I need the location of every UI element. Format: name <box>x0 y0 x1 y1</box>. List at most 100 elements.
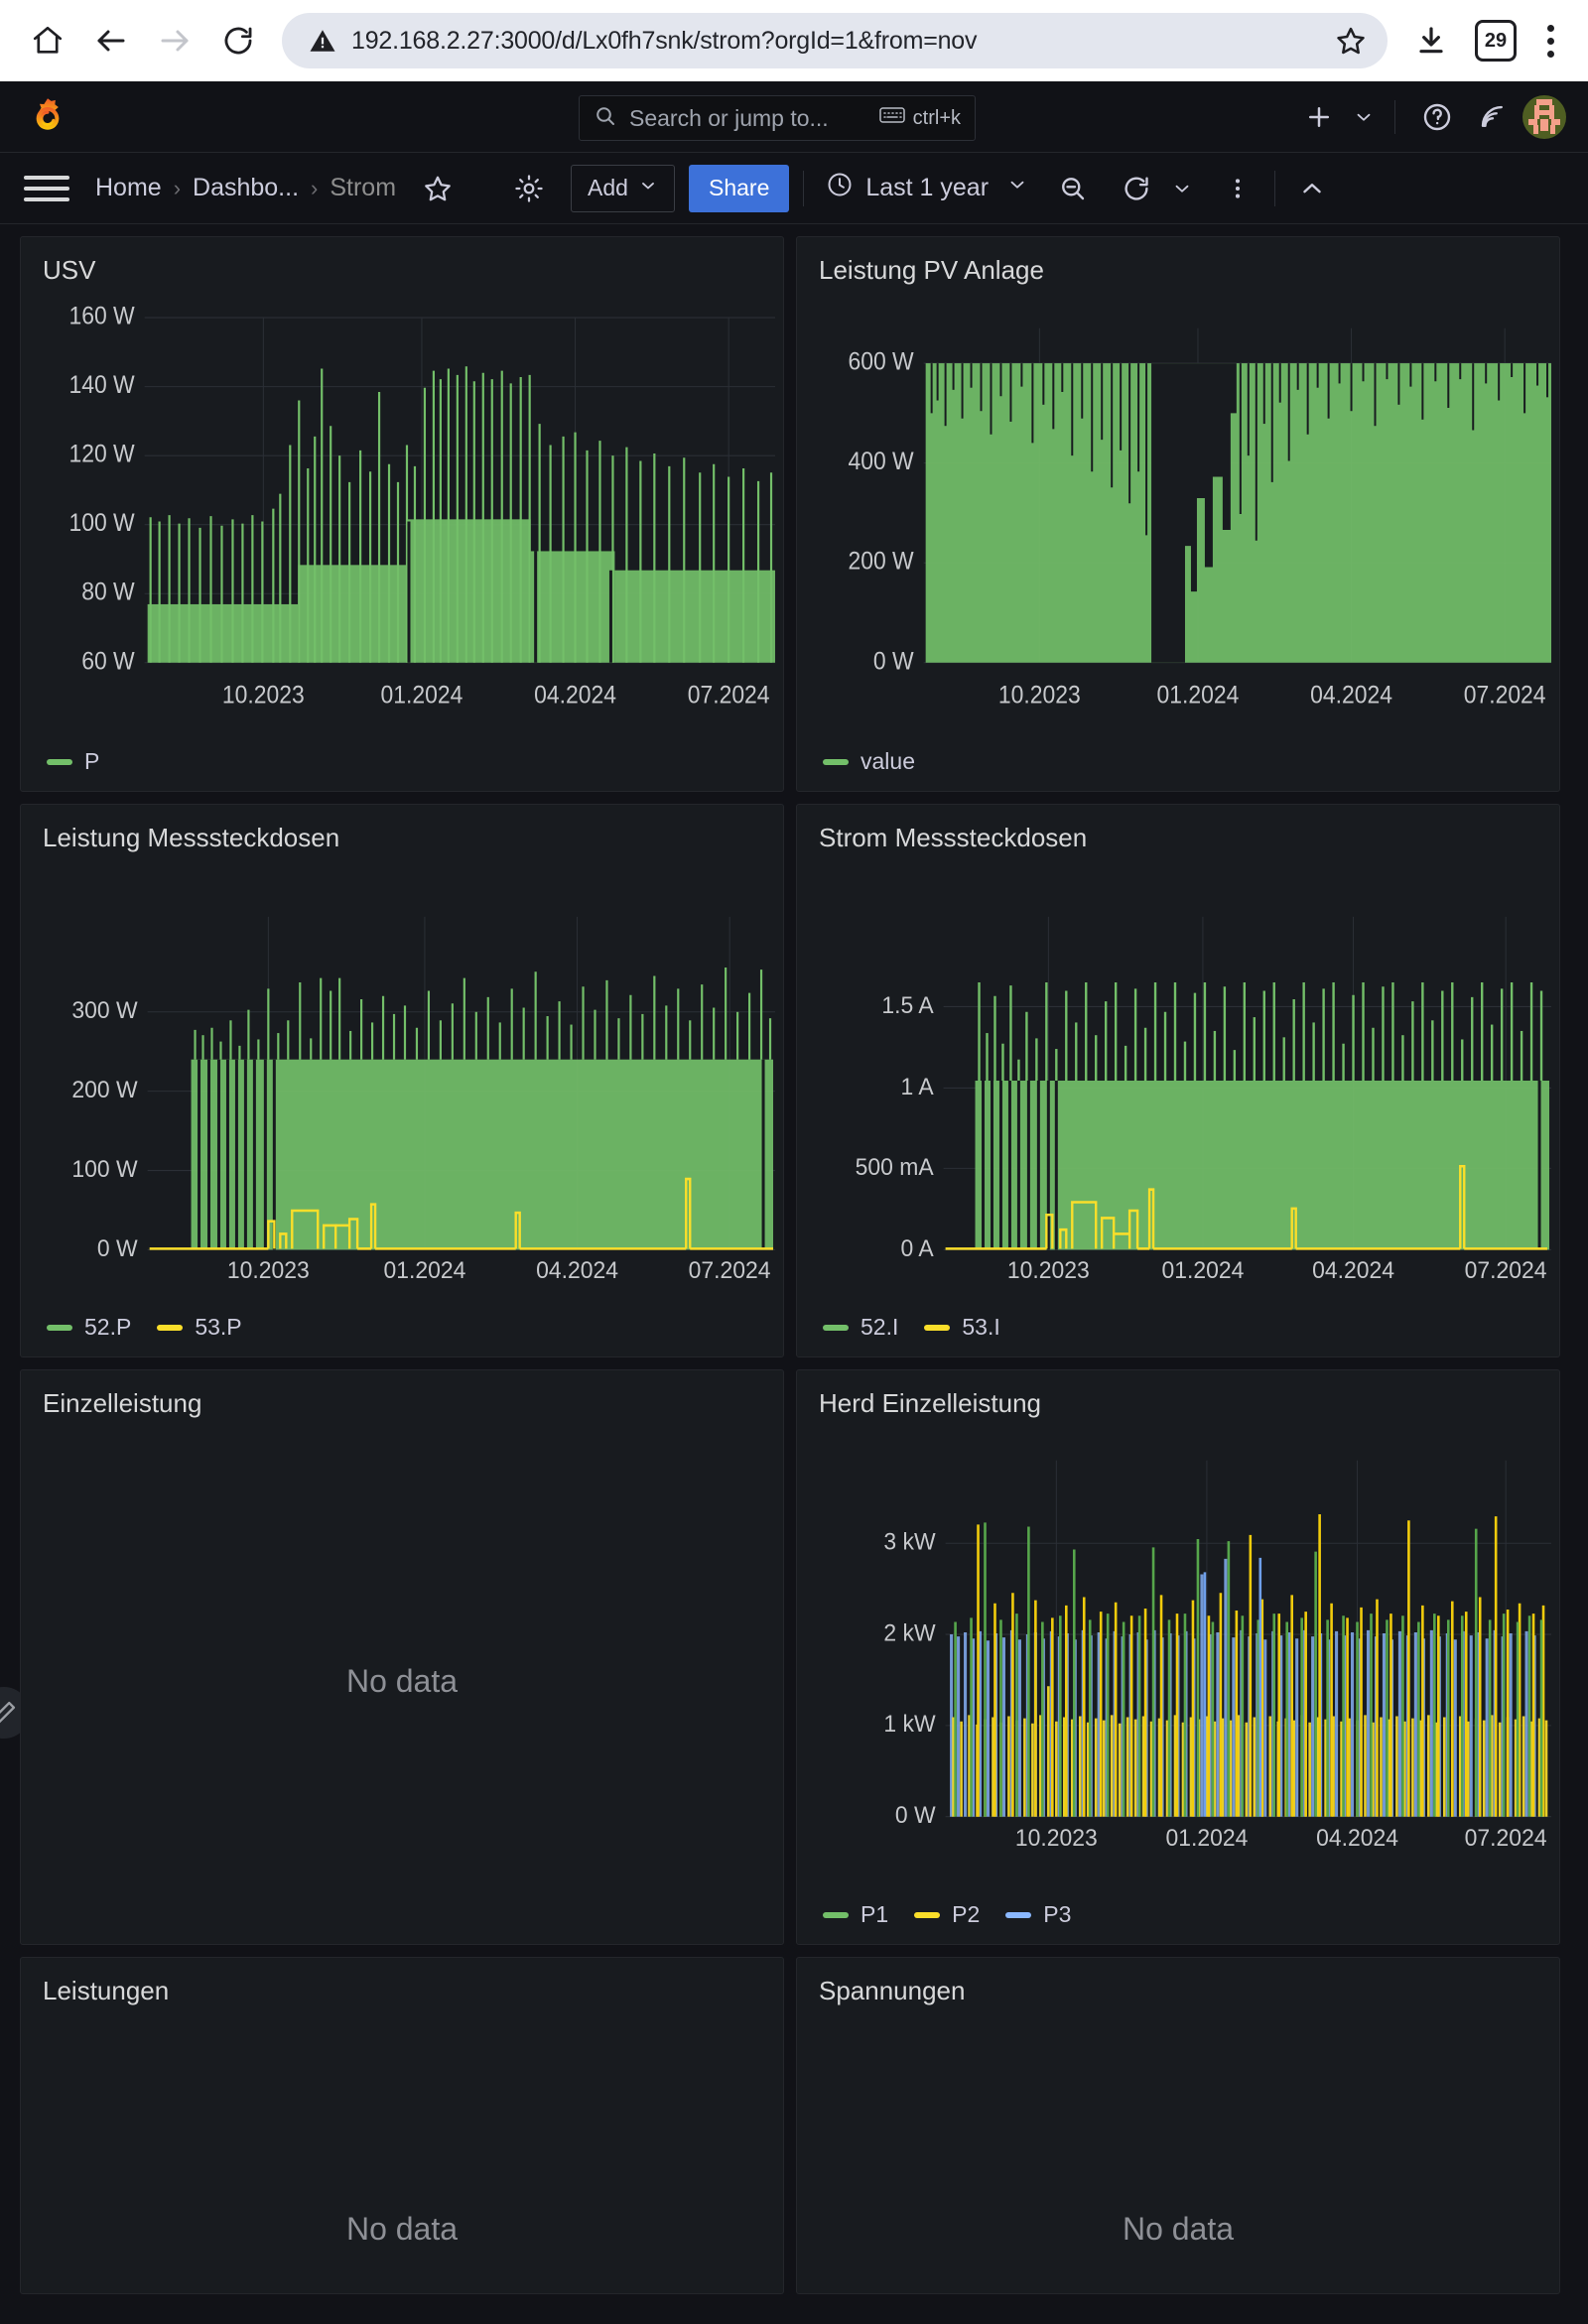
panel-strom-messsteckdosen[interactable]: Strom Messsteckdosen 1.5 A 1 A 500 mA 0 … <box>796 804 1560 1357</box>
panel-title: Strom Messsteckdosen <box>819 823 1088 852</box>
chart-legend: 52.I 53.I <box>797 1308 1559 1356</box>
clock-icon <box>826 171 854 205</box>
not-secure-warning-icon[interactable] <box>308 26 337 56</box>
legend-item[interactable]: 52.I <box>823 1314 898 1341</box>
legend-item[interactable]: 53.I <box>924 1314 1000 1341</box>
back-arrow-icon[interactable] <box>81 11 141 70</box>
star-icon[interactable] <box>416 167 460 210</box>
tab-counter[interactable]: 29 <box>1475 20 1517 62</box>
legend-swatch <box>823 1911 849 1918</box>
svg-text:01.2024: 01.2024 <box>383 1258 465 1285</box>
url-text: 192.168.2.27:3000/d/Lx0fh7snk/strom?orgI… <box>351 26 978 55</box>
panel-body: 600 W 400 W 200 W 0 W 10.2023 01.2024 04… <box>797 286 1559 742</box>
bookmark-star-icon[interactable] <box>1334 24 1368 58</box>
reload-icon[interactable] <box>208 11 268 70</box>
legend-swatch <box>924 1324 951 1331</box>
legend-label: P2 <box>952 1901 981 1927</box>
svg-text:500 mA: 500 mA <box>856 1154 934 1181</box>
panel-body: No data <box>21 2006 783 2293</box>
svg-text:10.2023: 10.2023 <box>1007 1258 1090 1285</box>
share-button[interactable]: Share <box>688 164 790 212</box>
panel-body: 1.5 A 1 A 500 mA 0 A 10.2023 01.2024 04.… <box>797 853 1559 1308</box>
chevron-down-icon[interactable] <box>1165 166 1199 211</box>
collapse-chevron-up-icon[interactable] <box>1289 166 1335 211</box>
search-placeholder: Search or jump to... <box>629 104 829 131</box>
breadcrumb-item-home[interactable]: Home <box>95 174 162 202</box>
panel-spannungen[interactable]: Spannungen No data <box>796 1957 1560 2294</box>
news-icon[interactable] <box>1467 91 1519 143</box>
download-icon[interactable] <box>1401 11 1461 70</box>
refresh-icon[interactable] <box>1114 166 1159 211</box>
svg-text:10.2023: 10.2023 <box>1015 1824 1098 1851</box>
legend-item[interactable]: 52.P <box>47 1314 131 1341</box>
add-button[interactable]: Add <box>571 164 675 212</box>
no-data-message: No data <box>345 1663 459 1699</box>
breadcrumb-item-strom[interactable]: Strom <box>330 174 396 202</box>
svg-text:600 W: 600 W <box>848 348 914 376</box>
legend-swatch <box>823 758 849 765</box>
legend-item[interactable]: 53.P <box>157 1314 242 1341</box>
svg-text:01.2024: 01.2024 <box>1161 1258 1244 1285</box>
chart-legend: 52.P 53.P <box>21 1308 783 1356</box>
help-icon[interactable] <box>1411 91 1463 143</box>
legend-item[interactable]: value <box>823 748 915 775</box>
svg-text:04.2024: 04.2024 <box>534 682 616 710</box>
chart-leistung-messsteckdosen[interactable]: 300 W 200 W 100 W 0 W 10.2023 01.2024 04… <box>21 853 783 1308</box>
plus-icon[interactable] <box>1293 91 1345 143</box>
more-vertical-icon[interactable] <box>1215 166 1260 211</box>
divider <box>803 170 805 206</box>
panel-usv[interactable]: USV 160 W 140 W 120 W 100 W 80 W 60 W 10… <box>20 236 784 792</box>
svg-text:3 kW: 3 kW <box>883 1528 936 1555</box>
legend-item[interactable]: P <box>47 748 99 775</box>
legend-label: 52.P <box>84 1314 132 1340</box>
panel-einzelleistung[interactable]: Einzelleistung No data <box>20 1369 784 1945</box>
svg-text:04.2024: 04.2024 <box>1312 1258 1394 1285</box>
avatar[interactable] <box>1522 94 1566 139</box>
browser-toolbar: 192.168.2.27:3000/d/Lx0fh7snk/strom?orgI… <box>0 0 1588 81</box>
top-nav-actions <box>1293 91 1588 143</box>
legend-label: 52.I <box>860 1314 899 1340</box>
no-data-message: No data <box>345 2211 459 2247</box>
legend-item[interactable]: P2 <box>914 1901 980 1928</box>
legend-swatch <box>157 1324 184 1331</box>
add-button-label: Add <box>588 175 628 200</box>
chevron-down-icon[interactable] <box>1349 91 1379 143</box>
chart-strom-messsteckdosen[interactable]: 1.5 A 1 A 500 mA 0 A 10.2023 01.2024 04.… <box>797 853 1559 1308</box>
panel-title: Spannungen <box>819 1976 966 2005</box>
legend-swatch <box>47 1324 72 1331</box>
panel-title: Leistung PV Anlage <box>819 255 1044 285</box>
panel-herd-einzelleistung[interactable]: Herd Einzelleistung 3 kW 2 kW 1 kW 0 W 1… <box>796 1369 1560 1945</box>
divider <box>1274 170 1276 206</box>
home-icon[interactable] <box>18 11 77 70</box>
search-shortcut-text: ctrl+k <box>912 106 961 129</box>
panel-leistungen[interactable]: Leistungen No data <box>20 1957 784 2294</box>
svg-text:01.2024: 01.2024 <box>1157 682 1240 710</box>
search-input[interactable]: Search or jump to... ctrl+k <box>579 95 976 141</box>
hamburger-icon[interactable] <box>24 175 69 201</box>
panel-leistung-pv-anlage[interactable]: Leistung PV Anlage 600 W 400 W 200 W 0 W <box>796 236 1560 792</box>
svg-text:0 W: 0 W <box>895 1802 937 1829</box>
chart-herd-einzelleistung[interactable]: 3 kW 2 kW 1 kW 0 W 10.2023 01.2024 04.20… <box>797 1419 1559 1895</box>
legend-item[interactable]: P3 <box>1005 1901 1071 1928</box>
dashboard-controls-bar: Home › Dashbo... › Strom Add Share Last … <box>0 153 1588 224</box>
zoom-out-icon[interactable] <box>1050 166 1096 211</box>
breadcrumb-item-dashboards[interactable]: Dashbo... <box>193 174 299 202</box>
chart-legend: P1 P2 P3 <box>797 1895 1559 1944</box>
browser-menu-icon[interactable] <box>1530 24 1570 58</box>
svg-text:140 W: 140 W <box>68 371 135 399</box>
legend-item[interactable]: P1 <box>823 1901 888 1928</box>
panel-leistung-messsteckdosen[interactable]: Leistung Messsteckdosen 300 W 200 W 100 … <box>20 804 784 1357</box>
grafana-logo-icon[interactable] <box>26 95 69 139</box>
svg-text:0 W: 0 W <box>873 648 914 676</box>
address-bar[interactable]: 192.168.2.27:3000/d/Lx0fh7snk/strom?orgI… <box>282 13 1388 68</box>
chart-usv[interactable]: 160 W 140 W 120 W 100 W 80 W 60 W 10.202… <box>21 286 783 742</box>
legend-label: value <box>860 748 915 774</box>
keyboard-icon <box>878 105 905 131</box>
panel-title: USV <box>43 255 96 285</box>
svg-text:100 W: 100 W <box>68 509 135 537</box>
chart-leistung-pv-anlage[interactable]: 600 W 400 W 200 W 0 W 10.2023 01.2024 04… <box>797 286 1559 742</box>
gear-icon[interactable] <box>507 167 551 210</box>
svg-text:10.2023: 10.2023 <box>222 682 305 710</box>
panel-body: No data <box>21 1419 783 1944</box>
time-range-picker[interactable]: Last 1 year <box>818 165 1036 212</box>
